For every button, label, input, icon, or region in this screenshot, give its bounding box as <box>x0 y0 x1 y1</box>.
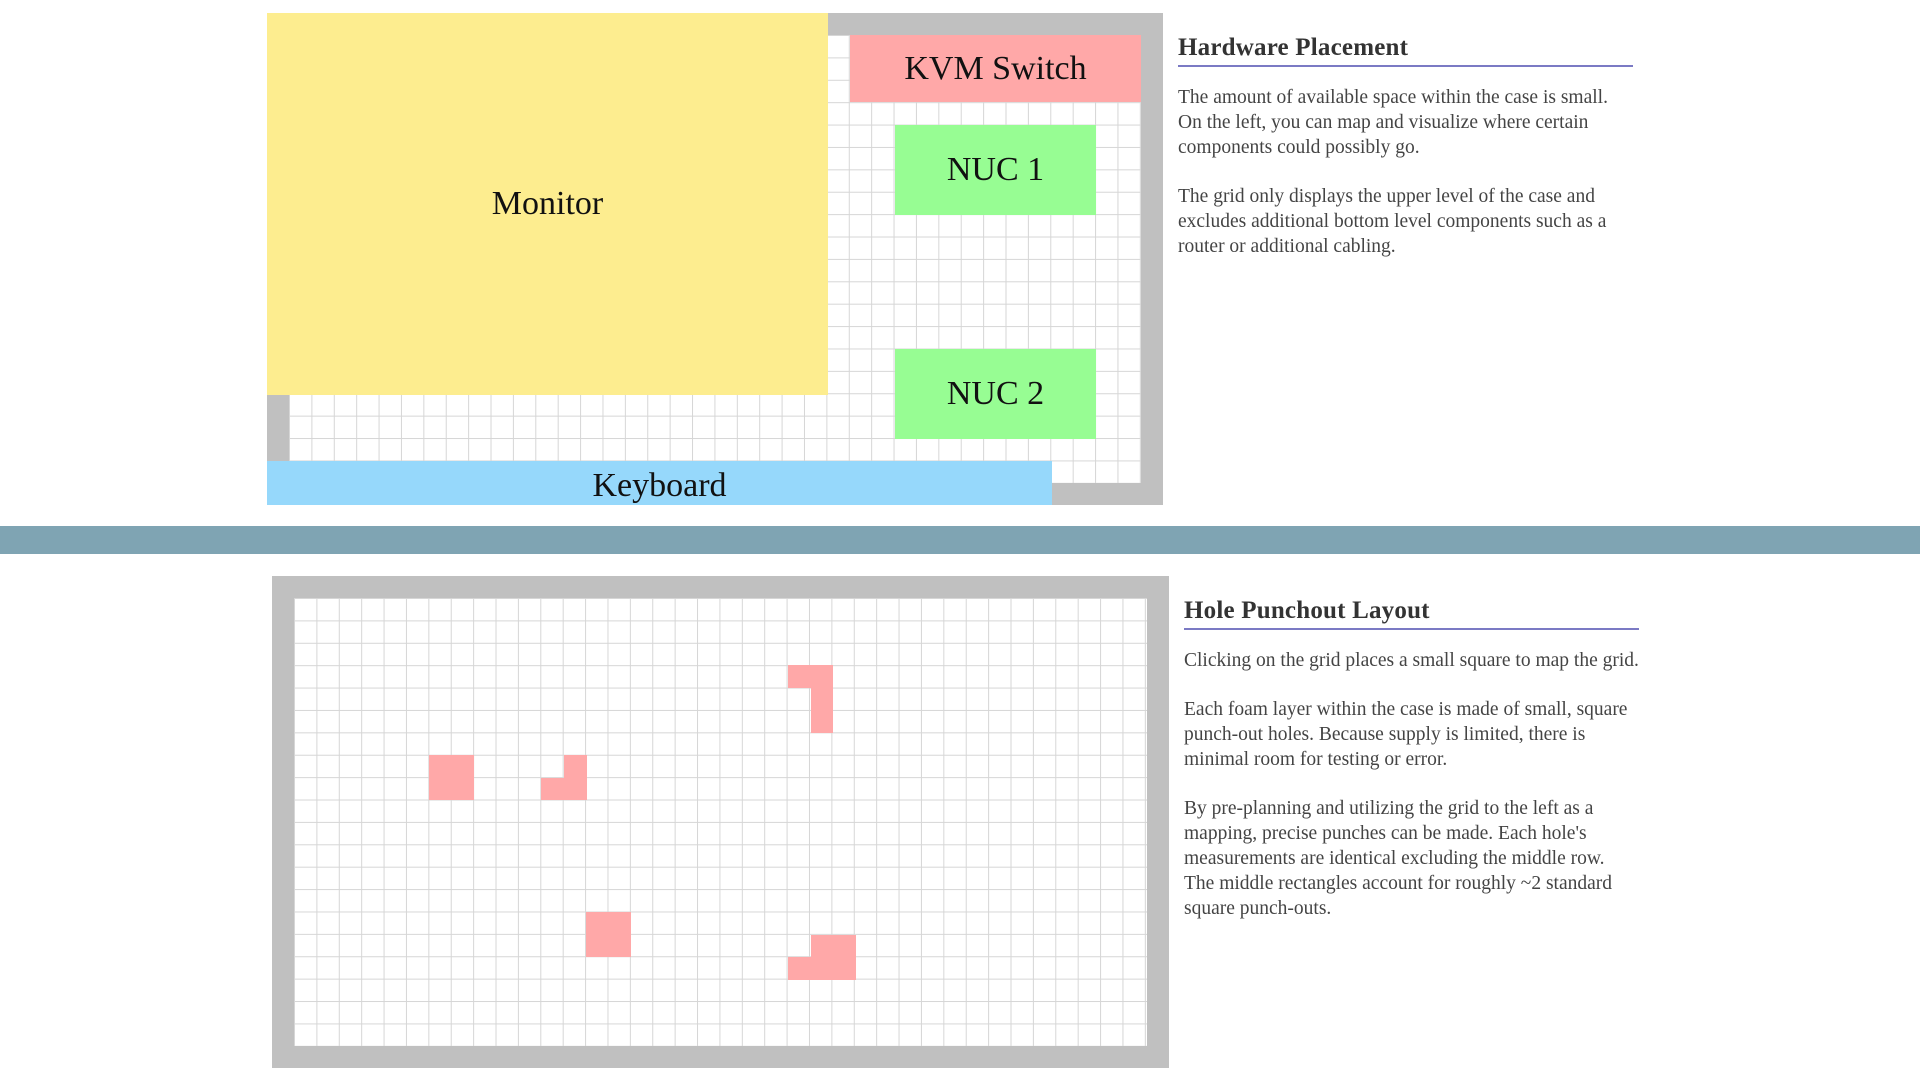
punchout-paragraph-3: By pre-planning and utilizing the grid t… <box>1184 798 1613 919</box>
kvm-switch-label: KVM Switch <box>904 49 1087 87</box>
punch-square[interactable] <box>429 755 474 800</box>
punch-square[interactable] <box>541 778 564 800</box>
hardware-placement-panel: Hardware Placement The amount of availab… <box>1178 34 1633 259</box>
hole-punchout-heading: Hole Punchout Layout <box>1184 597 1639 630</box>
hardware-paragraph-1: The amount of available space within the… <box>1178 87 1608 158</box>
nuc-2-label: NUC 2 <box>946 375 1045 412</box>
monitor-label: Monitor <box>491 185 604 222</box>
kvm-switch-block[interactable]: KVM Switch <box>850 35 1141 102</box>
punchout-grid[interactable] <box>294 598 1147 1046</box>
punch-square[interactable] <box>811 935 856 980</box>
nuc-1-block[interactable]: NUC 1 <box>895 125 1096 215</box>
punch-square[interactable] <box>811 688 833 733</box>
hole-punchout-panel: Hole Punchout Layout Clicking on the gri… <box>1184 597 1639 921</box>
monitor-block[interactable]: Monitor <box>267 13 828 395</box>
nuc-1-label: NUC 1 <box>946 151 1045 188</box>
nuc-2-block[interactable]: NUC 2 <box>895 349 1096 439</box>
section-divider <box>0 526 1920 554</box>
punchout-paragraph-1: Clicking on the grid places a small squa… <box>1184 650 1639 671</box>
hardware-paragraph-2: The grid only displays the upper level o… <box>1178 186 1607 257</box>
keyboard-block[interactable]: Keyboard <box>267 461 1052 505</box>
punchout-paragraph-2: Each foam layer within the case is made … <box>1184 699 1628 770</box>
punch-square[interactable] <box>788 957 811 980</box>
punch-square[interactable] <box>564 755 587 800</box>
punch-square[interactable] <box>586 912 631 957</box>
hardware-placement-heading: Hardware Placement <box>1178 34 1633 67</box>
keyboard-label: Keyboard <box>592 467 727 504</box>
punch-square[interactable] <box>788 665 833 688</box>
